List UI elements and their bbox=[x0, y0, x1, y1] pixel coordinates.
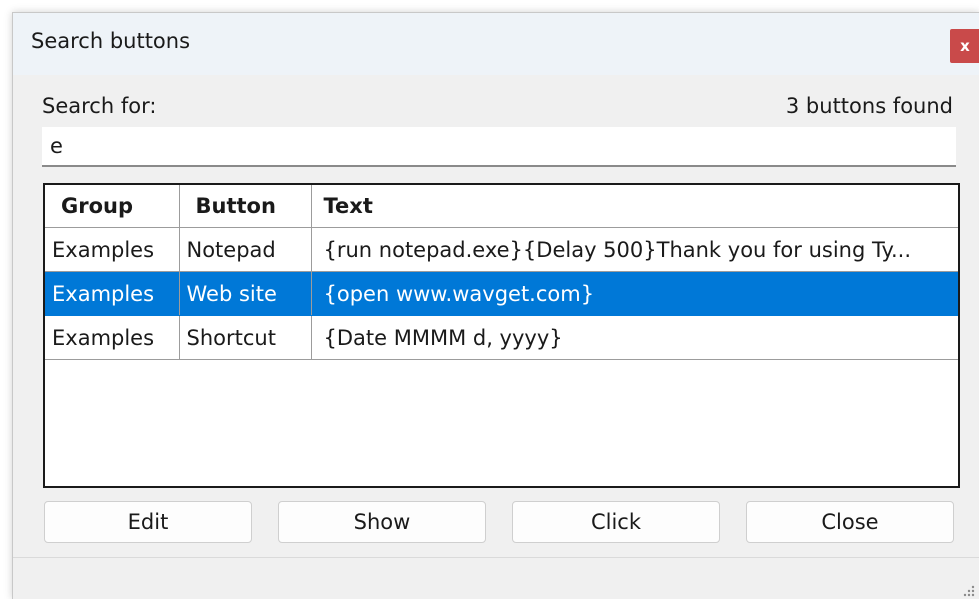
table-row[interactable]: Examples Shortcut {Date MMMM d, yyyy} bbox=[45, 315, 958, 360]
show-button[interactable]: Show bbox=[278, 501, 486, 543]
result-count: 3 buttons found bbox=[785, 94, 953, 118]
resize-grip-icon[interactable] bbox=[962, 583, 976, 597]
close-icon: x bbox=[960, 37, 970, 55]
cell-text: {Date MMMM d, yyyy} bbox=[311, 315, 958, 360]
cell-text: {run notepad.exe}{Delay 500}Thank you fo… bbox=[311, 227, 958, 272]
table-row[interactable]: Examples Notepad {run notepad.exe}{Delay… bbox=[45, 227, 958, 272]
close-button[interactable]: Close bbox=[746, 501, 954, 543]
search-buttons-dialog: Search buttons x Search for: 3 buttons f… bbox=[12, 12, 979, 599]
cell-text: {open www.wavget.com} bbox=[311, 271, 958, 316]
search-label: Search for: bbox=[42, 94, 157, 118]
results-table: Group Button Text Examples Notepad {run … bbox=[43, 183, 960, 488]
cell-button: Web site bbox=[179, 271, 312, 316]
cell-group: Examples bbox=[45, 271, 180, 316]
cell-button: Shortcut bbox=[179, 315, 312, 360]
search-input[interactable] bbox=[42, 127, 956, 167]
edit-button[interactable]: Edit bbox=[44, 501, 252, 543]
status-bar bbox=[13, 558, 979, 599]
cell-group: Examples bbox=[45, 227, 180, 272]
cell-button: Notepad bbox=[179, 227, 312, 272]
column-header-button[interactable]: Button bbox=[179, 185, 312, 228]
title-bar[interactable]: Search buttons x bbox=[13, 13, 979, 75]
table-header-row: Group Button Text bbox=[45, 185, 958, 228]
dialog-title: Search buttons bbox=[31, 29, 191, 53]
column-header-group[interactable]: Group bbox=[45, 185, 180, 228]
column-header-text[interactable]: Text bbox=[311, 185, 958, 228]
close-window-button[interactable]: x bbox=[950, 29, 979, 63]
table-row-selected[interactable]: Examples Web site {open www.wavget.com} bbox=[45, 271, 958, 316]
cell-group: Examples bbox=[45, 315, 180, 360]
click-button[interactable]: Click bbox=[512, 501, 720, 543]
